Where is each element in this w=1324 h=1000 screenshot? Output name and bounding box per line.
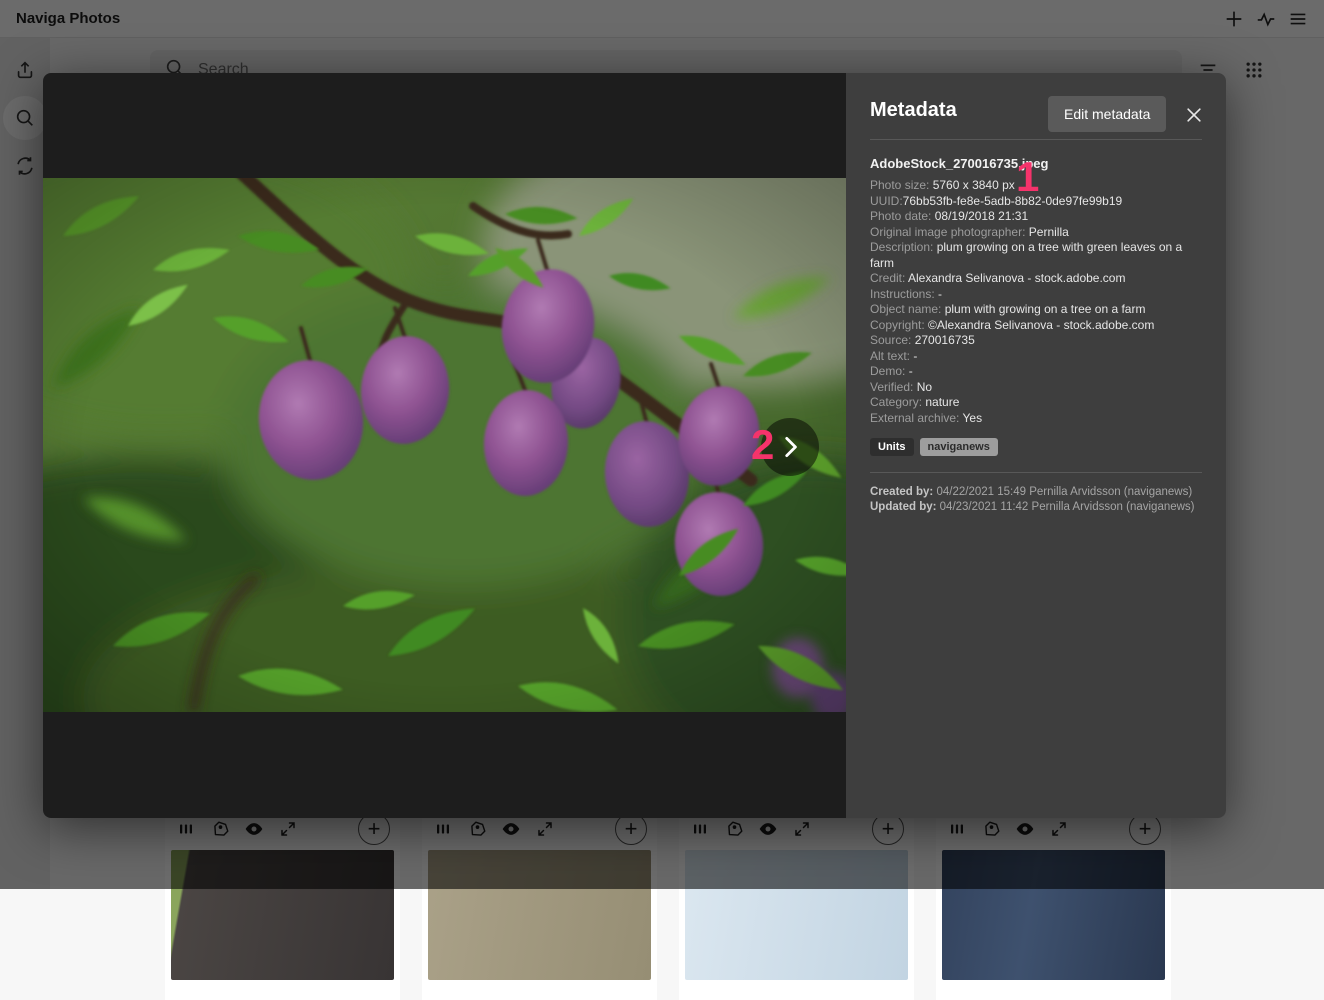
metadata-header: Metadata 1 Edit metadata (870, 73, 1202, 133)
field-label: Original image photographer: (870, 225, 1029, 239)
plums-photo (43, 178, 846, 712)
metadata-field-row: Copyright: ©Alexandra Selivanova - stock… (870, 318, 1202, 334)
metadata-field-row: Alt text: - (870, 349, 1202, 365)
field-value: - (913, 349, 917, 363)
audit-info: Created by: 04/22/2021 15:49 Pernilla Ar… (870, 485, 1202, 515)
metadata-field-row: External archive: Yes (870, 411, 1202, 427)
metadata-field-row: Demo: - (870, 364, 1202, 380)
field-value: Pernilla (1029, 225, 1069, 239)
field-value: 5760 x 3840 px (933, 178, 1015, 192)
metadata-field-row: Category: nature (870, 395, 1202, 411)
tag-chip[interactable]: Units (870, 438, 914, 456)
metadata-field-row: Original image photographer: Pernilla (870, 225, 1202, 241)
close-icon (1184, 105, 1204, 125)
metadata-field-row: Verified: No (870, 380, 1202, 396)
close-button[interactable] (1182, 103, 1206, 127)
audit-row: Created by: 04/22/2021 15:49 Pernilla Ar… (870, 485, 1202, 500)
metadata-field-row: Credit: Alexandra Selivanova - stock.ado… (870, 271, 1202, 287)
field-value: 08/19/2018 21:31 (935, 209, 1028, 223)
metadata-field-row: Photo date: 08/19/2018 21:31 (870, 209, 1202, 225)
metadata-field-row: Object name: plum with growing on a tree… (870, 302, 1202, 318)
field-value: No (917, 380, 932, 394)
metadata-field-row: Photo size: 5760 x 3840 px (870, 178, 1202, 194)
tag-list: Units naviganews (870, 438, 1202, 456)
field-label: Alt text: (870, 349, 913, 363)
field-label: Demo: (870, 364, 909, 378)
header-divider (870, 139, 1202, 140)
field-label: Photo date: (870, 209, 935, 223)
field-label: Instructions: (870, 287, 938, 301)
field-label: Category: (870, 395, 925, 409)
metadata-panel: Metadata 1 Edit metadata AdobeStock_2700… (846, 73, 1226, 818)
edit-metadata-button[interactable]: Edit metadata (1048, 96, 1166, 132)
field-value: 270016735 (915, 333, 975, 347)
photo-filename: AdobeStock_270016735.jpeg (870, 156, 1202, 171)
photo-detail-modal: 2 Metadata 1 Edit metadata AdobeStock_27… (43, 73, 1226, 818)
field-label: Description: (870, 240, 937, 254)
chevron-right-icon (777, 434, 803, 460)
metadata-field-row: Source: 270016735 (870, 333, 1202, 349)
metadata-title: Metadata (870, 99, 957, 122)
field-value: - (909, 364, 913, 378)
metadata-field-row: Instructions: - (870, 287, 1202, 303)
field-label: Verified: (870, 380, 917, 394)
field-value: plum with growing on a tree on a farm (945, 302, 1146, 316)
field-value: Yes (963, 411, 983, 425)
field-value: Alexandra Selivanova - stock.adobe.com (908, 271, 1125, 285)
field-value: ©Alexandra Selivanova - stock.adobe.com (928, 318, 1154, 332)
next-photo-button[interactable] (761, 418, 819, 476)
metadata-fields: Photo size: 5760 x 3840 pxUUID:76bb53fb-… (870, 178, 1202, 426)
field-value: nature (925, 395, 959, 409)
photo-viewer: 2 (43, 73, 846, 818)
field-label: Copyright: (870, 318, 928, 332)
audit-row: Updated by: 04/23/2021 11:42 Pernilla Ar… (870, 500, 1202, 515)
metadata-field-row: UUID:76bb53fb-fe8e-5adb-8b82-0de97fe99b1… (870, 194, 1202, 210)
metadata-field-row: Description: plum growing on a tree with… (870, 240, 1202, 271)
field-value: - (938, 287, 942, 301)
field-label: UUID: (870, 194, 903, 208)
field-label: Credit: (870, 271, 908, 285)
field-label: Photo size: (870, 178, 933, 192)
audit-divider (870, 472, 1202, 473)
tag-chip[interactable]: naviganews (920, 438, 998, 456)
field-value: 76bb53fb-fe8e-5adb-8b82-0de97fe99b19 (903, 194, 1123, 208)
field-label: External archive: (870, 411, 963, 425)
field-label: Object name: (870, 302, 945, 316)
field-label: Source: (870, 333, 915, 347)
